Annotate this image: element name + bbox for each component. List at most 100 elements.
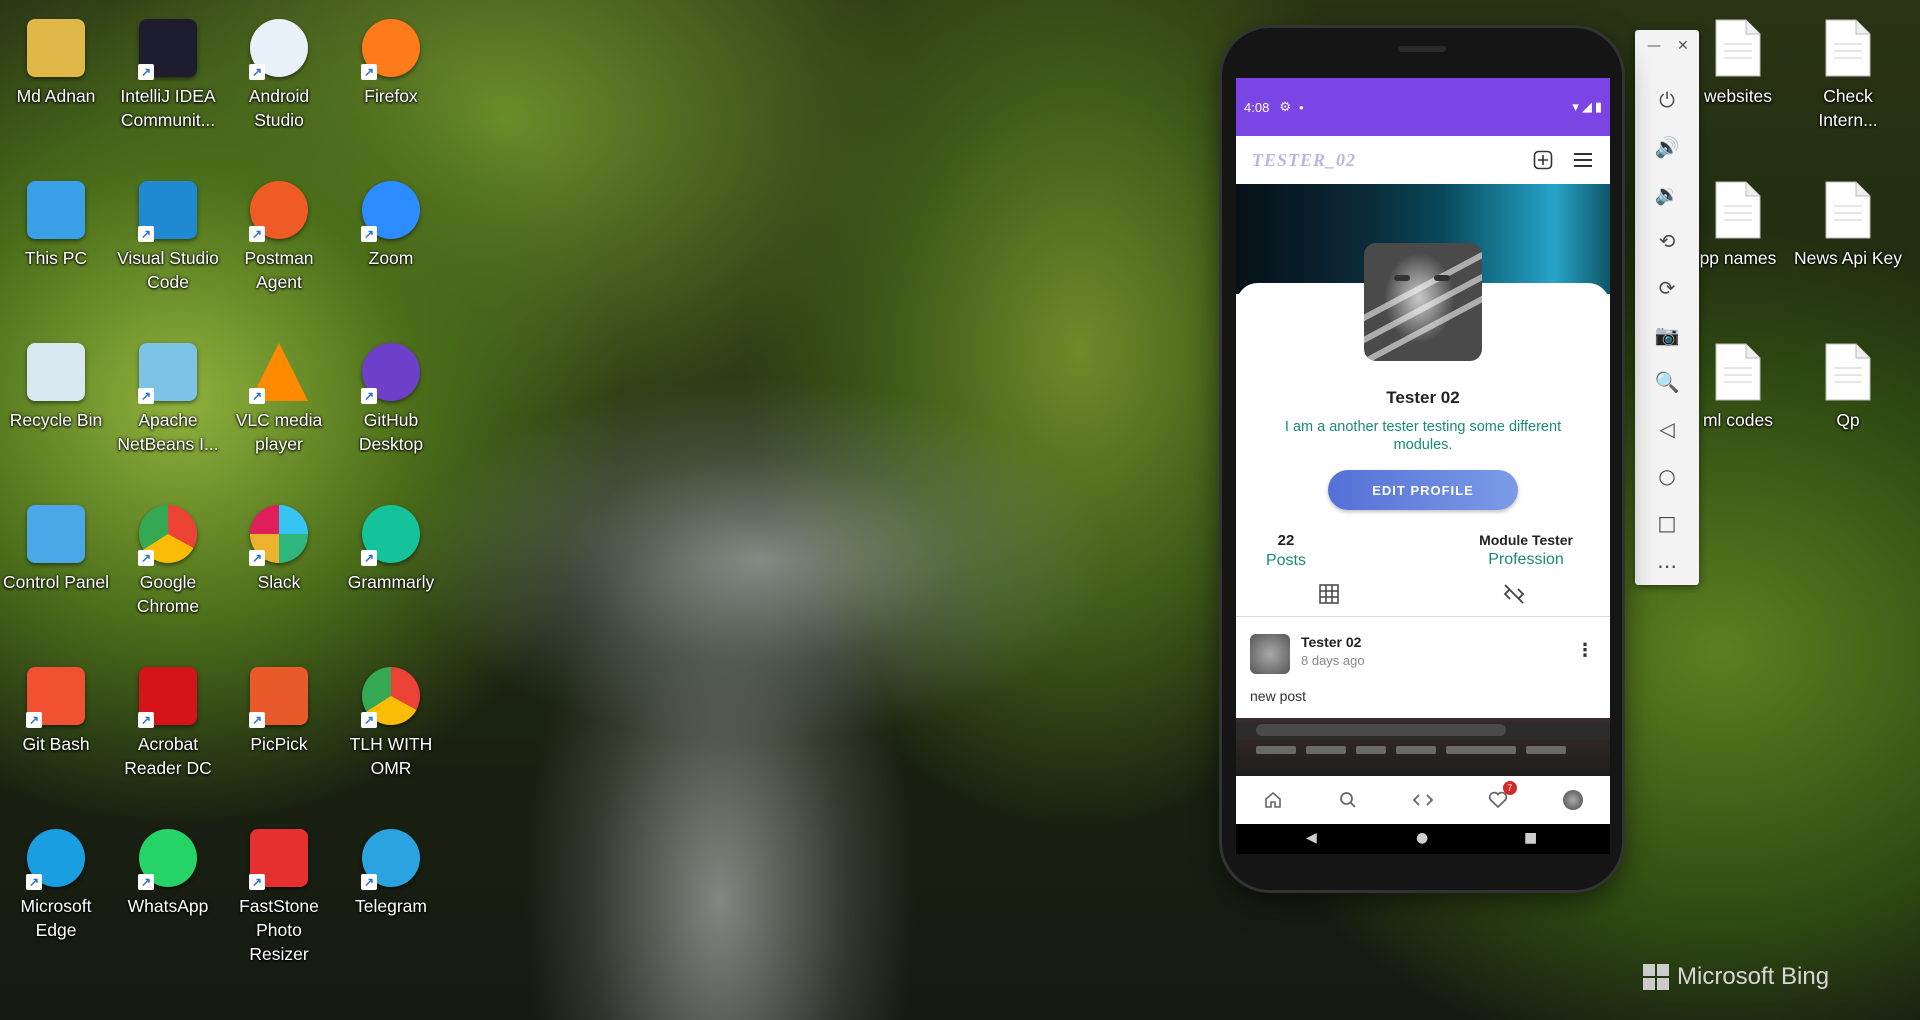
desktop-icon-label: IntelliJ IDEA Communit...	[120, 86, 216, 130]
profile-avatar[interactable]	[1364, 243, 1482, 361]
post-timestamp: 8 days ago	[1301, 653, 1365, 668]
desktop-icon-acrobat[interactable]: ↗ Acrobat Reader DC	[114, 656, 222, 780]
code-off-tab-icon[interactable]	[1501, 584, 1527, 610]
rotate-right-icon[interactable]: ⟳	[1649, 270, 1685, 306]
close-icon[interactable]: ✕	[1677, 38, 1689, 54]
camera-icon[interactable]: 📷	[1649, 317, 1685, 353]
nav-home-icon[interactable]	[1258, 785, 1288, 815]
system-back-icon[interactable]: ◀	[1306, 830, 1317, 846]
desktop-icon-app-names[interactable]: pp names	[1684, 170, 1792, 270]
desktop-icon-label: FastStone Photo Resizer	[239, 896, 319, 964]
post-image[interactable]	[1236, 718, 1610, 776]
shortcut-arrow-icon: ↗	[361, 550, 377, 566]
vlc-icon: ↗	[245, 338, 313, 406]
phone-screen: 4:08 ⚙ ● ▾ ◢ ▮ TESTER_02 Tester 02 I am …	[1236, 78, 1610, 854]
shortcut-arrow-icon: ↗	[138, 388, 154, 404]
status-bar: 4:08 ⚙ ● ▾ ◢ ▮	[1236, 78, 1610, 136]
firefox-icon: ↗	[357, 14, 425, 82]
shortcut-arrow-icon: ↗	[361, 388, 377, 404]
desktop-icon-label: Md Adnan	[16, 86, 96, 106]
volume-up-icon[interactable]: 🔊	[1649, 129, 1685, 165]
posts-stat[interactable]: 22 Posts	[1256, 532, 1316, 570]
desktop-icon-user-folder[interactable]: Md Adnan	[2, 8, 110, 108]
desktop-icon-android-studio[interactable]: ↗ Android Studio	[225, 8, 333, 132]
grammarly-icon: ↗	[357, 500, 425, 568]
desktop-icon-chrome[interactable]: ↗ TLH WITH OMR	[337, 656, 445, 780]
document-icon	[1704, 338, 1772, 406]
desktop-icon-netbeans[interactable]: ↗ Apache NetBeans I...	[114, 332, 222, 456]
desktop-icon-label: Qp	[1836, 410, 1860, 430]
desktop-icon-slack[interactable]: ↗ Slack	[225, 494, 333, 594]
edit-profile-button[interactable]: EDIT PROFILE	[1328, 470, 1518, 510]
nav-search-icon[interactable]	[1333, 785, 1363, 815]
minimize-icon[interactable]: —	[1647, 38, 1661, 54]
whatsapp-icon: ↗	[134, 824, 202, 892]
profile-name: Tester 02	[1386, 388, 1460, 407]
desktop-icon-label: This PC	[24, 248, 88, 268]
document-icon	[1814, 14, 1882, 82]
settings-gear-icon: ⚙	[1279, 99, 1291, 114]
desktop-icon-github-desktop[interactable]: ↗ GitHub Desktop	[337, 332, 445, 456]
desktop-icon-grammarly[interactable]: ↗ Grammarly	[337, 494, 445, 594]
grid-tab-icon[interactable]	[1316, 584, 1342, 610]
shortcut-arrow-icon: ↗	[361, 226, 377, 242]
nav-code-icon[interactable]	[1408, 785, 1438, 815]
nav-profile-avatar-icon[interactable]	[1558, 785, 1588, 815]
shortcut-arrow-icon: ↗	[361, 712, 377, 728]
desktop-icon-firefox[interactable]: ↗ Firefox	[337, 8, 445, 108]
bottom-navigation: 7	[1236, 776, 1610, 824]
desktop-icon-label: Slack	[257, 572, 301, 592]
netbeans-icon: ↗	[134, 338, 202, 406]
desktop-icon-label: Android Studio	[248, 86, 310, 130]
user-folder-icon	[22, 14, 90, 82]
home-icon[interactable]: ○	[1649, 458, 1685, 494]
desktop-icon-label: Recycle Bin	[9, 410, 103, 430]
git-bash-icon: ↗	[22, 662, 90, 730]
volume-down-icon[interactable]: 🔉	[1649, 176, 1685, 212]
desktop-icon-vlc[interactable]: ↗ VLC media player	[225, 332, 333, 456]
zoom-icon[interactable]: 🔍	[1649, 364, 1685, 400]
intellij-icon: ↗	[134, 14, 202, 82]
desktop-icon-vscode[interactable]: ↗ Visual Studio Code	[114, 170, 222, 294]
back-icon[interactable]: ◁	[1649, 411, 1685, 447]
desktop-icon-whatsapp[interactable]: ↗ WhatsApp	[114, 818, 222, 918]
windows-logo-icon	[1643, 964, 1669, 990]
desktop-icon-this-pc[interactable]: This PC	[2, 170, 110, 270]
desktop-icon-git-bash[interactable]: ↗ Git Bash	[2, 656, 110, 756]
post-author-avatar	[1250, 634, 1290, 674]
system-recents-icon[interactable]: ■	[1524, 830, 1537, 846]
shortcut-arrow-icon: ↗	[138, 712, 154, 728]
system-home-icon[interactable]: ●	[1416, 830, 1428, 846]
more-icon[interactable]: ⋯	[1649, 548, 1685, 584]
desktop-icon-check-internet[interactable]: Check Intern...	[1794, 8, 1902, 132]
signal-icon: ◢	[1581, 99, 1592, 114]
nav-notifications-heart-icon[interactable]: 7	[1483, 781, 1517, 815]
rotate-left-icon[interactable]: ⟲	[1649, 223, 1685, 259]
desktop-icon-zoom[interactable]: ↗ Zoom	[337, 170, 445, 270]
shortcut-arrow-icon: ↗	[249, 226, 265, 242]
edge-icon: ↗	[22, 824, 90, 892]
desktop-icon-chrome[interactable]: ↗ Google Chrome	[114, 494, 222, 618]
desktop-icon-recycle-bin[interactable]: Recycle Bin	[2, 332, 110, 432]
more-vert-icon[interactable]: ⋮	[1576, 640, 1594, 661]
desktop-icon-picpick[interactable]: ↗ PicPick	[225, 656, 333, 756]
document-icon	[1704, 176, 1772, 244]
desktop-icon-qp[interactable]: Qp	[1794, 332, 1902, 432]
desktop-icon-ml-codes[interactable]: ml codes	[1684, 332, 1792, 432]
microsoft-bing-watermark: Microsoft Bing	[1643, 963, 1829, 991]
desktop-icon-edge[interactable]: ↗ Microsoft Edge	[2, 818, 110, 942]
desktop-icon-postman[interactable]: ↗ Postman Agent	[225, 170, 333, 294]
power-icon[interactable]: ⏻	[1649, 82, 1685, 118]
desktop-icon-news-api-key[interactable]: News Api Key	[1794, 170, 1902, 270]
desktop-icon-label: websites	[1703, 86, 1773, 106]
overview-icon[interactable]: □	[1649, 505, 1685, 541]
add-post-icon[interactable]	[1532, 149, 1554, 171]
desktop-icon-websites[interactable]: websites	[1684, 8, 1792, 108]
system-navigation-bar: ◀ ● ■	[1236, 824, 1610, 854]
menu-icon[interactable]	[1572, 149, 1594, 171]
desktop-icon-faststone[interactable]: ↗ FastStone Photo Resizer	[225, 818, 333, 966]
desktop-icon-intellij[interactable]: ↗ IntelliJ IDEA Communit...	[114, 8, 222, 132]
desktop-icon-label: News Api Key	[1794, 248, 1902, 268]
desktop-icon-control-panel[interactable]: Control Panel	[2, 494, 110, 594]
desktop-icon-telegram[interactable]: ↗ Telegram	[337, 818, 445, 918]
